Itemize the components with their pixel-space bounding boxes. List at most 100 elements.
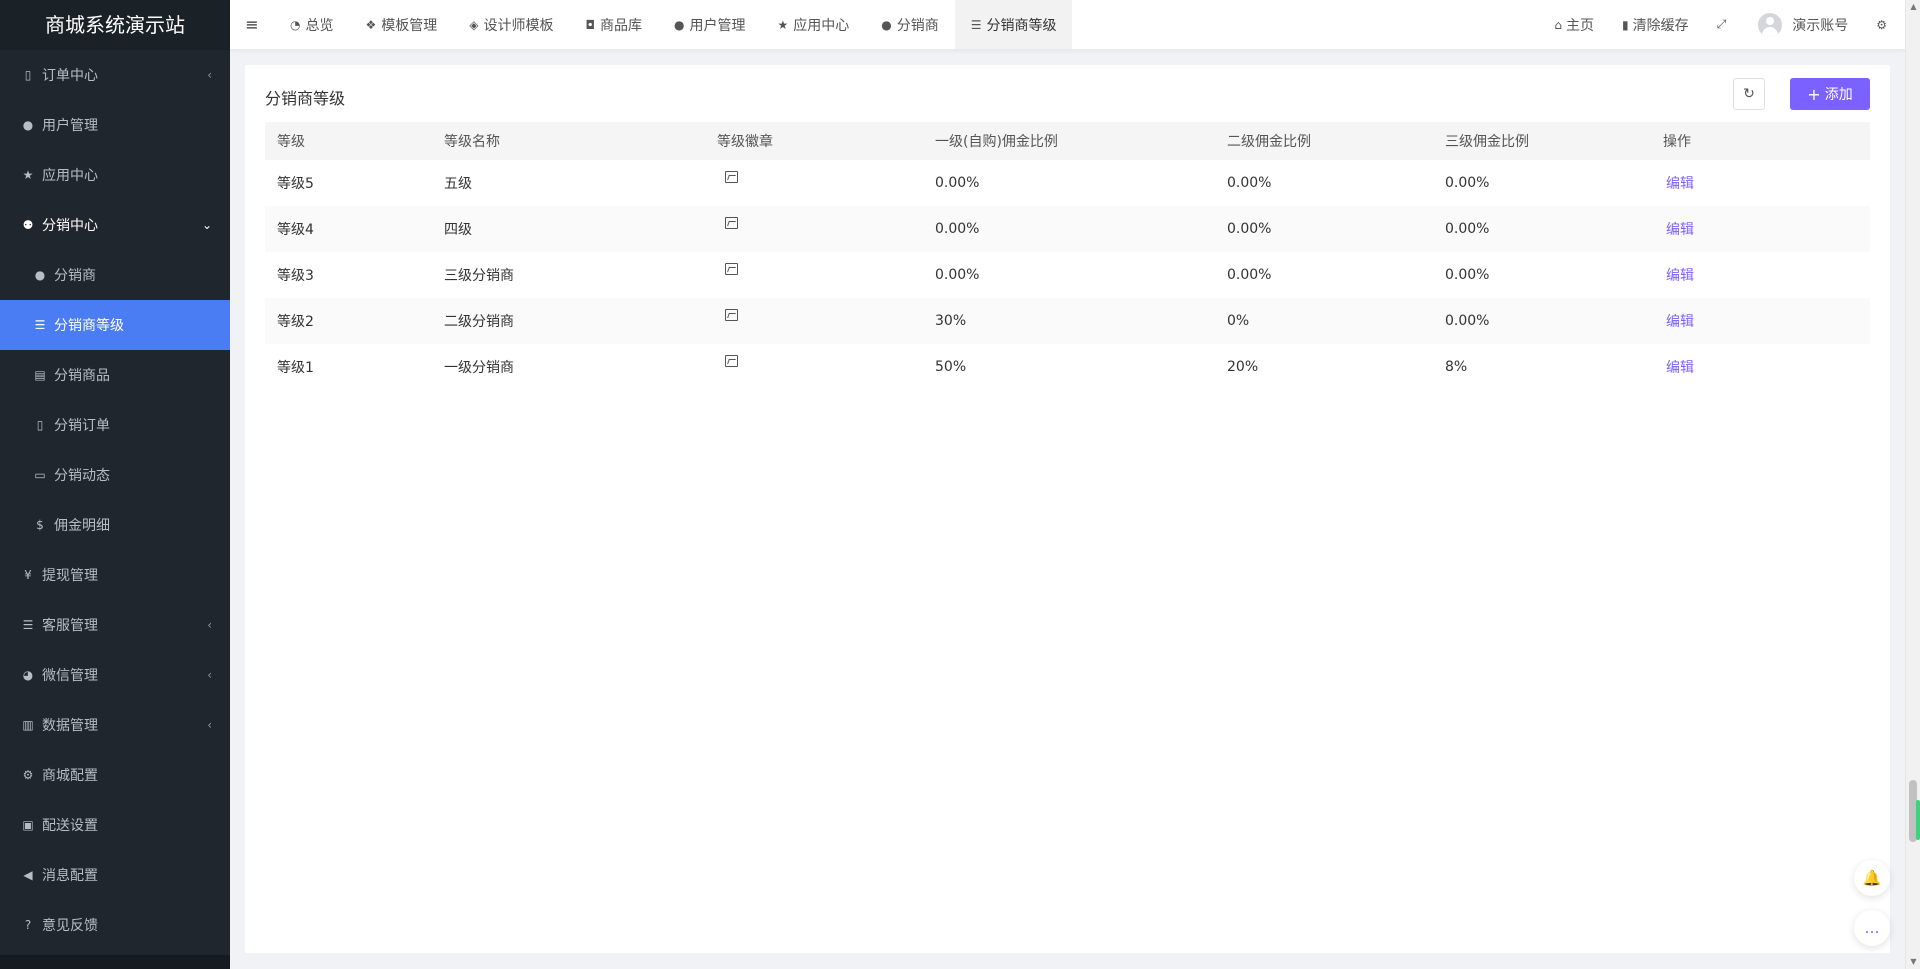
sidebar-item-label: 分销动态: [54, 468, 110, 484]
sidebar: 商城系统演示站 ▯ 订单中心 ‹ ● 用户管理 ★ 应用中心 ⚉ 分销中心 ⌄ …: [0, 0, 230, 969]
cell-name: 五级: [444, 176, 472, 192]
tab-label: 分销商: [896, 17, 939, 34]
cell-second-commission: 0.00%: [1227, 175, 1272, 191]
page-scrollbar[interactable]: ▲ ▼: [1905, 0, 1920, 969]
chevron-left-icon: ‹: [207, 68, 212, 82]
sidebar-item-withdrawal-management[interactable]: ¥ 提现管理: [0, 550, 230, 600]
cell-third-commission: 0.00%: [1445, 313, 1490, 329]
tab-distributor[interactable]: ● 分销商: [865, 0, 954, 49]
sidebar-item-commission-details[interactable]: $ 佣金明细: [0, 500, 230, 550]
sidebar-item-label: 商城配置: [42, 768, 98, 784]
edit-link[interactable]: 编辑: [1666, 268, 1694, 284]
add-button[interactable]: + 添加: [1790, 78, 1870, 110]
tab-overview[interactable]: ◔ 总览: [274, 0, 349, 49]
edit-link[interactable]: 编辑: [1666, 360, 1694, 376]
sidebar-item-delivery-settings[interactable]: ▣ 配送设置: [0, 800, 230, 850]
user-icon: ●: [22, 118, 34, 132]
refresh-button[interactable]: ↻: [1733, 78, 1765, 110]
tab-template-management[interactable]: ❖ 模板管理: [349, 0, 453, 49]
wechat-icon: ◕: [22, 668, 34, 682]
column-header: 三级佣金比例: [1445, 134, 1529, 150]
cell-action: 编辑: [1651, 357, 1870, 377]
fullscreen-button[interactable]: ⤢: [1703, 0, 1745, 50]
sidebar-item-label: 应用中心: [42, 168, 98, 184]
image-icon[interactable]: [725, 309, 738, 321]
bullhorn-icon: ◀: [23, 868, 33, 882]
sidebar-item-label: 分销商等级: [54, 318, 124, 334]
tab-designer-templates[interactable]: ◈ 设计师模板: [453, 0, 569, 49]
tab-product-library[interactable]: ◘ 商品库: [569, 0, 658, 49]
cell-level: 等级2: [277, 314, 314, 330]
table-row: 等级4 四级 0.00% 0.00% 0.00% 编辑: [265, 206, 1870, 252]
sidebar-item-wechat-management[interactable]: ◕ 微信管理 ‹: [0, 650, 230, 700]
column-header: 操作: [1663, 134, 1691, 150]
sidebar-item-label: 订单中心: [42, 68, 98, 84]
menu-toggle-icon[interactable]: ≡: [230, 0, 274, 49]
sidebar-item-message-config[interactable]: ◀ 消息配置: [0, 850, 230, 900]
home-button[interactable]: ⌂ 主页: [1540, 0, 1608, 50]
edit-link[interactable]: 编辑: [1666, 314, 1694, 330]
edit-link[interactable]: 编辑: [1666, 176, 1694, 192]
bell-icon: 🔔: [1862, 869, 1882, 887]
sidebar-item-distribution-goods[interactable]: ▤ 分销商品: [0, 350, 230, 400]
cell-first-commission: 30%: [935, 313, 967, 329]
column-header: 等级: [277, 134, 305, 150]
sidebar-item-label: 数据管理: [42, 718, 98, 734]
edit-link[interactable]: 编辑: [1666, 222, 1694, 238]
user-icon: ●: [34, 268, 46, 282]
sidebar-item-label: 配送设置: [42, 818, 98, 834]
sidebar-item-label: 分销中心: [42, 218, 98, 234]
column-header: 二级佣金比例: [1227, 134, 1311, 150]
cell-second-commission: 0%: [1227, 313, 1250, 329]
plus-icon: +: [1807, 84, 1821, 104]
sidebar-item-user-management[interactable]: ● 用户管理: [0, 100, 230, 150]
content-card: 分销商等级 ↻ + 添加 等级 等级名称 等级徽章 一级(自购)佣金比例 二级佣…: [245, 65, 1890, 953]
chevron-left-icon: ‹: [207, 668, 212, 682]
sidebar-item-distribution-center[interactable]: ⚉ 分销中心 ⌄: [0, 200, 230, 250]
sidebar-item-feedback[interactable]: ? 意见反馈: [0, 900, 230, 950]
sidebar-item-distribution-activity[interactable]: ▭ 分销动态: [0, 450, 230, 500]
scroll-up-icon[interactable]: ▲: [1906, 0, 1920, 14]
cubes-icon: ❖: [365, 17, 377, 32]
scroll-down-icon[interactable]: ▼: [1906, 955, 1920, 969]
sidebar-item-distributor[interactable]: ● 分销商: [0, 250, 230, 300]
sidebar-item-distribution-orders[interactable]: ▯ 分销订单: [0, 400, 230, 450]
sidebar-item-order-center[interactable]: ▯ 订单中心 ‹: [0, 50, 230, 100]
settings-button[interactable]: ⚙: [1862, 0, 1905, 50]
add-label: 添加: [1824, 87, 1853, 103]
image-icon[interactable]: [725, 171, 738, 183]
gears-icon: ⚙: [22, 768, 34, 782]
tab-distributor-level[interactable]: ☰ 分销商等级: [954, 0, 1073, 49]
chat-button[interactable]: …: [1854, 910, 1890, 946]
scrollbar-indicator: [1916, 800, 1920, 840]
page-title: 分销商等级: [265, 89, 346, 108]
sidebar-item-customer-service[interactable]: ☰ 客服管理 ‹: [0, 600, 230, 650]
image-icon[interactable]: [725, 217, 738, 229]
notification-button[interactable]: 🔔: [1854, 860, 1890, 896]
tab-label: 分销商等级: [986, 17, 1057, 34]
column-header: 等级名称: [444, 134, 500, 150]
sidebar-item-app-center[interactable]: ★ 应用中心: [0, 150, 230, 200]
sidebar-item-distributor-level[interactable]: ☰ 分销商等级: [0, 300, 230, 350]
cell-first-commission: 0.00%: [935, 267, 980, 283]
table-row: 等级3 三级分销商 0.00% 0.00% 0.00% 编辑: [265, 252, 1870, 298]
tab-user-management[interactable]: ● 用户管理: [658, 0, 761, 49]
column-header: 一级(自购)佣金比例: [935, 134, 1058, 150]
sidebar-item-data-management[interactable]: ▥ 数据管理 ‹: [0, 700, 230, 750]
image-icon[interactable]: [725, 263, 738, 275]
image-icon[interactable]: [725, 355, 738, 367]
tab-app-center[interactable]: ★ 应用中心: [761, 0, 865, 49]
cell-action: 编辑: [1651, 265, 1870, 285]
sidebar-item-mall-config[interactable]: ⚙ 商城配置: [0, 750, 230, 800]
app-logo-title[interactable]: 商城系统演示站: [0, 0, 230, 50]
clear-cache-button[interactable]: ▮ 清除缓存: [1608, 0, 1703, 50]
bar-chart-icon: ▥: [22, 718, 34, 732]
id-card-icon: ▭: [34, 468, 46, 482]
sidebar-item-label: 提现管理: [42, 568, 98, 584]
cell-second-commission: 0.00%: [1227, 267, 1272, 283]
user-icon: ●: [673, 17, 685, 32]
cell-badge: [705, 309, 923, 329]
cell-first-commission: 0.00%: [935, 175, 980, 191]
account-menu[interactable]: 演示账号: [1744, 0, 1862, 50]
car-icon: ▣: [22, 818, 34, 832]
